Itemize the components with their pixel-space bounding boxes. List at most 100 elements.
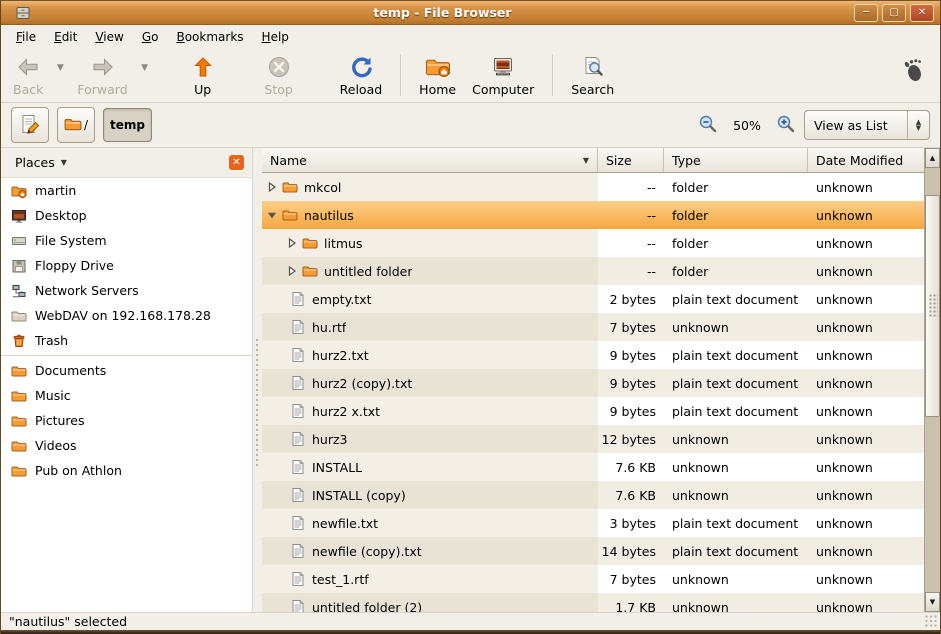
- search-button[interactable]: Search: [563, 51, 622, 100]
- sidebar-item-pictures[interactable]: Pictures: [1, 408, 252, 433]
- search-button-label: Search: [571, 82, 614, 97]
- window-icon: [15, 5, 31, 21]
- reload-button[interactable]: Reload: [332, 51, 391, 100]
- toggle-location-entry-button[interactable]: [11, 107, 49, 143]
- table-row[interactable]: hurz312 bytesunknownunknown: [262, 425, 940, 453]
- folder-icon: [11, 438, 27, 454]
- resize-grip[interactable]: [925, 615, 938, 628]
- back-dropdown-arrow[interactable]: ▼: [51, 51, 69, 73]
- column-header-name[interactable]: Name▼: [262, 148, 598, 173]
- expander-collapsed-icon[interactable]: [266, 182, 278, 192]
- table-row[interactable]: test_1.rtf7 bytesunknownunknown: [262, 565, 940, 593]
- table-row[interactable]: mkcol--folderunknown: [262, 173, 940, 201]
- folder-icon: [302, 263, 318, 279]
- maximize-button[interactable]: ▢: [882, 4, 906, 22]
- column-header-label: Size: [606, 153, 632, 168]
- table-row[interactable]: INSTALL (copy)7.6 KBunknownunknown: [262, 481, 940, 509]
- computer-button[interactable]: Computer: [464, 51, 542, 100]
- column-header-size[interactable]: Size: [598, 148, 664, 173]
- menu-go[interactable]: Go: [133, 27, 168, 47]
- home-folder-small-icon: [11, 183, 27, 199]
- sidebar-resize-handle[interactable]: [253, 148, 262, 612]
- path-button-temp[interactable]: temp: [103, 108, 152, 142]
- sidebar-item-label: Floppy Drive: [35, 258, 114, 273]
- home-button[interactable]: Home: [411, 51, 464, 100]
- sidebar-item-floppy-drive[interactable]: Floppy Drive: [1, 253, 252, 278]
- table-row[interactable]: untitled folder (2)1.7 KBunknownunknown: [262, 593, 940, 612]
- cell-name: INSTALL (copy): [262, 481, 598, 509]
- back-button-label: Back: [13, 82, 43, 97]
- desktop-icon: [11, 208, 27, 224]
- cell-size: --: [598, 257, 664, 285]
- network-icon: [11, 283, 27, 299]
- table-row[interactable]: hurz2 x.txt9 bytesplain text documentunk…: [262, 397, 940, 425]
- cell-name: hurz2.txt: [262, 341, 598, 369]
- window-title: temp - File Browser: [31, 5, 854, 20]
- sidebar-item-desktop[interactable]: Desktop: [1, 203, 252, 228]
- column-header-date-modified[interactable]: Date Modified: [808, 148, 925, 173]
- menu-view[interactable]: View: [86, 27, 132, 47]
- menu-bookmarks[interactable]: Bookmarks: [167, 27, 252, 47]
- cell-date-modified: unknown: [808, 369, 925, 397]
- table-row[interactable]: newfile.txt3 bytesplain text documentunk…: [262, 509, 940, 537]
- places-selector[interactable]: Places ▼: [9, 153, 73, 172]
- forward-dropdown-arrow[interactable]: ▼: [136, 51, 154, 73]
- cell-size: --: [598, 201, 664, 229]
- up-button[interactable]: Up: [180, 51, 226, 100]
- file-name: test_1.rtf: [312, 572, 369, 587]
- minimize-button[interactable]: ─: [854, 4, 878, 22]
- cell-date-modified: unknown: [808, 453, 925, 481]
- scroll-down-button[interactable]: ▼: [925, 592, 940, 612]
- table-row[interactable]: hurz2 (copy).txt9 bytesplain text docume…: [262, 369, 940, 397]
- zoom-level[interactable]: 50%: [726, 118, 768, 133]
- close-button[interactable]: ✕: [910, 4, 934, 22]
- sidebar-item-trash[interactable]: Trash: [1, 328, 252, 353]
- file-name: mkcol: [304, 180, 341, 195]
- scroll-up-button[interactable]: ▲: [925, 148, 940, 168]
- sidebar-item-label: Trash: [35, 333, 68, 348]
- cell-type: unknown: [664, 425, 808, 453]
- cell-size: 2 bytes: [598, 285, 664, 313]
- sidebar-item-label: Music: [35, 388, 71, 403]
- scrollbar-thumb[interactable]: [925, 195, 940, 417]
- titlebar[interactable]: temp - File Browser ─ ▢ ✕: [1, 0, 940, 25]
- table-row[interactable]: empty.txt2 bytesplain text documentunkno…: [262, 285, 940, 313]
- table-row[interactable]: nautilus--folderunknown: [262, 201, 940, 229]
- location-bar: / temp 50% View as List ▲▼: [1, 103, 940, 148]
- cell-type: unknown: [664, 593, 808, 612]
- sidebar-item-file-system[interactable]: File System: [1, 228, 252, 253]
- table-row[interactable]: hu.rtf7 bytesunknownunknown: [262, 313, 940, 341]
- sidebar-item-webdav-on-192-168-178-28[interactable]: WebDAV on 192.168.178.28: [1, 303, 252, 328]
- expander-collapsed-icon[interactable]: [286, 266, 298, 276]
- table-row[interactable]: hurz2.txt9 bytesplain text documentunkno…: [262, 341, 940, 369]
- cell-name: untitled folder (2): [262, 593, 598, 612]
- table-row[interactable]: untitled folder--folderunknown: [262, 257, 940, 285]
- sidebar-item-martin[interactable]: martin: [1, 178, 252, 203]
- window-bottom-border: [1, 630, 940, 634]
- zoom-in-button[interactable]: [776, 114, 796, 137]
- zoom-out-button[interactable]: [698, 114, 718, 137]
- sidebar-item-label: martin: [35, 183, 76, 198]
- view-mode-select[interactable]: View as List ▲▼: [804, 110, 930, 140]
- root-folder-button[interactable]: /: [57, 107, 95, 143]
- sidebar-item-documents[interactable]: Documents: [1, 358, 252, 383]
- table-row[interactable]: INSTALL7.6 KBunknownunknown: [262, 453, 940, 481]
- sidebar-close-button[interactable]: ✕: [229, 155, 244, 170]
- menu-help[interactable]: Help: [253, 27, 298, 47]
- shared-folder-icon: [11, 308, 27, 324]
- sidebar-item-network-servers[interactable]: Network Servers: [1, 278, 252, 303]
- menu-edit[interactable]: Edit: [45, 27, 86, 47]
- home-folder-icon: [425, 54, 451, 80]
- column-header-type[interactable]: Type: [664, 148, 808, 173]
- vertical-scrollbar[interactable]: ▲ ▼: [924, 148, 940, 612]
- expander-expanded-icon[interactable]: [266, 210, 278, 220]
- table-row[interactable]: litmus--folderunknown: [262, 229, 940, 257]
- sidebar-item-pub-on-athlon[interactable]: Pub on Athlon: [1, 458, 252, 483]
- sidebar-item-videos[interactable]: Videos: [1, 433, 252, 458]
- sidebar-item-music[interactable]: Music: [1, 383, 252, 408]
- table-row[interactable]: newfile (copy).txt14 bytesplain text doc…: [262, 537, 940, 565]
- expander-collapsed-icon[interactable]: [286, 238, 298, 248]
- menu-file[interactable]: File: [7, 27, 45, 47]
- cell-name: nautilus: [262, 201, 598, 229]
- cell-size: 7.6 KB: [598, 481, 664, 509]
